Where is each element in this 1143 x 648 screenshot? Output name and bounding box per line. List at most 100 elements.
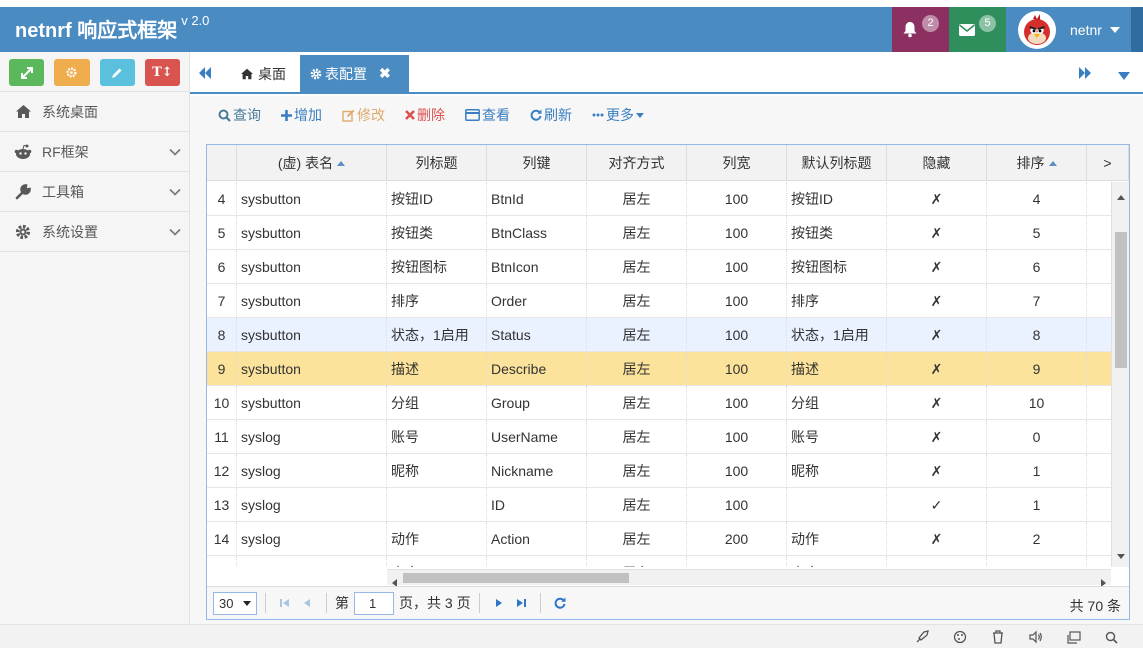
- font-size-button[interactable]: T↕: [144, 59, 180, 86]
- cell-table: sysbutton: [237, 352, 387, 386]
- window-icon[interactable]: [1066, 629, 1082, 645]
- vertical-scroll-thumb[interactable]: [1115, 232, 1127, 368]
- prev-page-icon[interactable]: [296, 592, 318, 614]
- plus-icon: [281, 109, 292, 121]
- palette-icon[interactable]: [952, 629, 968, 645]
- sidebar-item-label: 系统设置: [42, 223, 98, 240]
- cell-default-title: 按钮ID: [787, 182, 887, 216]
- add-button[interactable]: 增加: [281, 105, 322, 125]
- cell-title: 按钮ID: [387, 182, 487, 216]
- sidebar-item-desktop[interactable]: 系统桌面: [0, 92, 189, 132]
- scroll-up-arrow-icon[interactable]: [1117, 187, 1125, 203]
- ellipsis-icon: [592, 113, 604, 117]
- more-button[interactable]: 更多: [592, 105, 644, 125]
- table-row[interactable]: 13 syslog ID 居左 100 ✓ 1: [207, 488, 1111, 522]
- cell-key: ID: [487, 488, 587, 522]
- edit-button[interactable]: 修改: [342, 105, 385, 125]
- cell-align: 居左: [587, 522, 687, 556]
- sidebar-item-toolbox[interactable]: 工具箱: [0, 172, 189, 212]
- page-size-select[interactable]: 30: [213, 591, 257, 615]
- tab-desktop[interactable]: 桌面: [230, 55, 296, 92]
- row-number: 14: [207, 522, 237, 556]
- cell-title: 状态，1启用: [387, 318, 487, 352]
- table-row[interactable]: 4 sysbutton 按钮ID BtnId 居左 100 按钮ID ✗ 4: [207, 182, 1111, 216]
- cell-width: 100: [687, 182, 787, 216]
- cell-order: 0: [987, 420, 1087, 454]
- sidebar-item-rf-framework[interactable]: RF框架: [0, 132, 189, 172]
- refresh-button[interactable]: 刷新: [530, 105, 572, 125]
- fullscreen-button[interactable]: [9, 59, 45, 86]
- next-page-icon[interactable]: [488, 592, 510, 614]
- column-header[interactable]: >: [1087, 145, 1129, 181]
- cell-align: 居左: [587, 182, 687, 216]
- message-button[interactable]: 5: [949, 7, 1006, 52]
- horizontal-scrollbar[interactable]: [387, 569, 1111, 587]
- tab-menu-caret-icon[interactable]: [1118, 68, 1130, 84]
- table-row[interactable]: 15syslog内容Content居左150内容✗3: [207, 556, 1111, 567]
- reddit-icon: [14, 143, 32, 161]
- horizontal-scroll-thumb[interactable]: [403, 573, 629, 583]
- font-size-label: T↕: [152, 65, 173, 80]
- query-label: 查询: [233, 107, 261, 123]
- column-header[interactable]: 排序: [987, 145, 1087, 181]
- table-row[interactable]: 12 syslog 昵称 Nickname 居左 100 昵称 ✗ 1: [207, 454, 1111, 488]
- last-page-icon[interactable]: [510, 592, 532, 614]
- first-page-icon[interactable]: [274, 592, 296, 614]
- cell-width: 100: [687, 420, 787, 454]
- cell-order: 6: [987, 250, 1087, 284]
- table-row[interactable]: 8 sysbutton 状态，1启用 Status 居左 100 状态，1启用 ✗ 8: [207, 318, 1111, 352]
- cell-hidden: ✗: [887, 522, 987, 556]
- row-number: 6: [207, 250, 237, 284]
- table-row[interactable]: 6 sysbutton 按钮图标 BtnIcon 居左 100 按钮图标 ✗ 6: [207, 250, 1111, 284]
- sidebar-item-system-settings[interactable]: 系统设置: [0, 212, 189, 252]
- cell-order: 1: [987, 488, 1087, 522]
- column-header[interactable]: 隐藏: [887, 145, 987, 181]
- volume-icon[interactable]: [1028, 629, 1044, 645]
- tab-scroll-right-icon[interactable]: [1078, 66, 1092, 82]
- cell-default-title: 描述: [787, 352, 887, 386]
- rocket-icon[interactable]: [914, 629, 930, 645]
- tab-bar: 桌面 表配置 ✖: [190, 52, 1143, 94]
- cell-hidden: ✗: [887, 318, 987, 352]
- edit-icon: [342, 109, 355, 122]
- column-header[interactable]: 对齐方式: [587, 145, 687, 181]
- table-row[interactable]: 5 sysbutton 按钮类 BtnClass 居左 100 按钮类 ✗ 5: [207, 216, 1111, 250]
- cell-title: 排序: [387, 284, 487, 318]
- trash-icon[interactable]: [990, 629, 1006, 645]
- column-header[interactable]: 列宽: [687, 145, 787, 181]
- row-number: 10: [207, 386, 237, 420]
- page-number-input[interactable]: 1: [354, 591, 394, 615]
- refresh-icon[interactable]: [549, 592, 571, 614]
- tab-table-config[interactable]: 表配置 ✖: [300, 55, 409, 92]
- scroll-down-arrow-icon[interactable]: [1117, 546, 1125, 562]
- column-header[interactable]: 列键: [487, 145, 587, 181]
- query-button[interactable]: 查询: [218, 105, 261, 125]
- cell-title: 分组: [387, 386, 487, 420]
- column-header[interactable]: 默认列标题: [787, 145, 887, 181]
- notification-button[interactable]: 2: [892, 7, 949, 52]
- cell-key: Group: [487, 386, 587, 420]
- user-menu[interactable]: netnr: [1006, 7, 1131, 52]
- search-icon[interactable]: [1103, 629, 1119, 645]
- cell-width: 100: [687, 216, 787, 250]
- column-header[interactable]: 列标题: [387, 145, 487, 181]
- cell-overflow: [1087, 352, 1111, 386]
- table-row[interactable]: 11 syslog 账号 UserName 居左 100 账号 ✗ 0: [207, 420, 1111, 454]
- delete-button[interactable]: 删除: [405, 105, 445, 125]
- brand[interactable]: netnrf 响应式框架 v 2.0: [15, 13, 210, 43]
- vertical-scrollbar[interactable]: [1111, 182, 1129, 567]
- brand-version: v 2.0: [181, 13, 210, 29]
- cell-key: Status: [487, 318, 587, 352]
- column-header[interactable]: (虚) 表名: [237, 145, 387, 181]
- table-row[interactable]: 10 sysbutton 分组 Group 居左 100 分组 ✗ 10: [207, 386, 1111, 420]
- cell-align: 居左: [587, 216, 687, 250]
- tab-scroll-left-icon[interactable]: [198, 66, 212, 82]
- view-button[interactable]: 查看: [465, 105, 510, 125]
- edit-button[interactable]: [99, 59, 135, 86]
- settings-button[interactable]: [54, 59, 90, 86]
- table-row[interactable]: 14 syslog 动作 Action 居左 200 动作 ✗ 2: [207, 522, 1111, 556]
- close-icon[interactable]: ✖: [379, 65, 391, 82]
- header-edge: [1131, 7, 1143, 52]
- table-row[interactable]: 7 sysbutton 排序 Order 居左 100 排序 ✗ 7: [207, 284, 1111, 318]
- table-row[interactable]: 9 sysbutton 描述 Describe 居左 100 描述 ✗ 9: [207, 352, 1111, 386]
